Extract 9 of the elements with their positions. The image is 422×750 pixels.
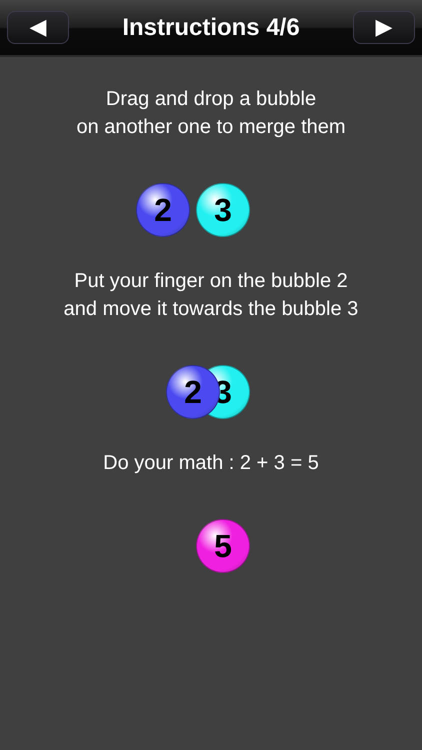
screen-title: Instructions 4/6 bbox=[122, 14, 300, 42]
instruction-text: Put your finger on the bubble 2 and move it towards the bubble 3 bbox=[62, 269, 360, 322]
back-button[interactable]: ◀ bbox=[7, 11, 69, 44]
number-bubble[interactable]: 5 bbox=[196, 519, 250, 573]
number-bubble[interactable]: 2 bbox=[136, 183, 190, 237]
instruction-text: Drag and drop a bubble on another one to merge them bbox=[75, 87, 347, 140]
next-button[interactable]: ▶ bbox=[353, 11, 415, 44]
instruction-text: Do your math : 2 + 3 = 5 bbox=[102, 451, 320, 476]
number-bubble[interactable]: 3 bbox=[196, 183, 250, 237]
